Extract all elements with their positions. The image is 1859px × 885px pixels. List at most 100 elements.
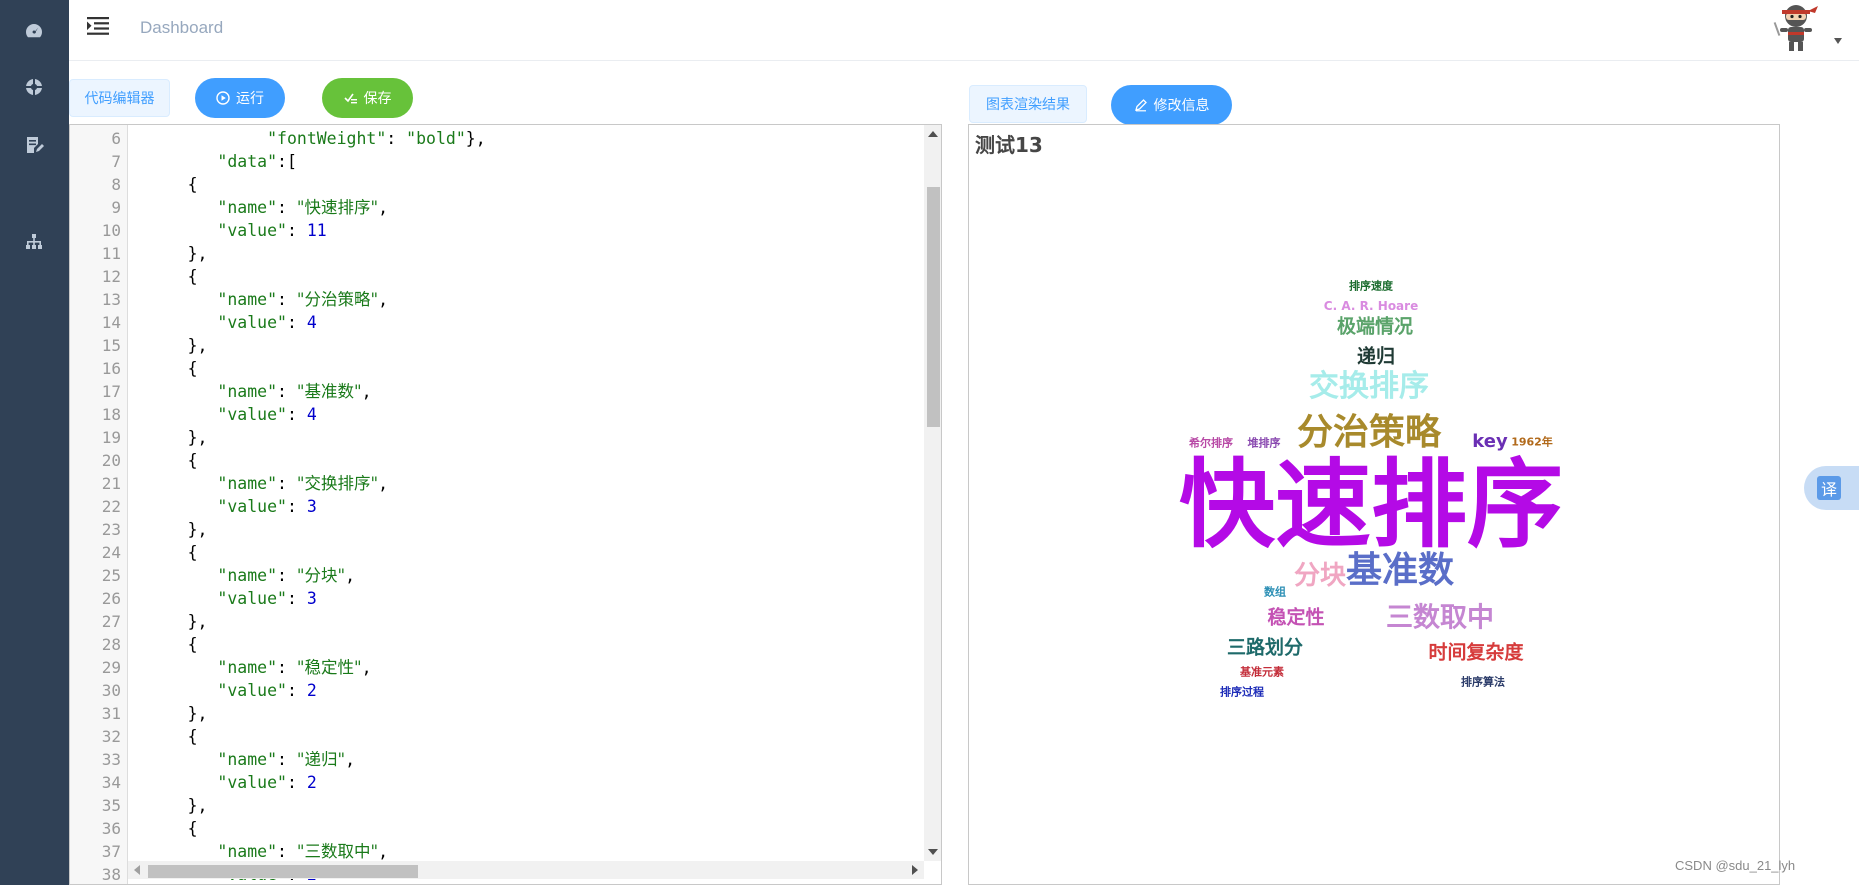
vertical-scroll-thumb[interactable] xyxy=(927,187,940,427)
word-cloud-term: 希尔排序 xyxy=(1189,436,1233,450)
chart-render-panel: 测试13 快速排序 分治策略 基准数 交换排序 分块 三数取中 稳定性 递归 极端情况 三路划分 时… xyxy=(968,124,1780,885)
scroll-right-arrow-icon[interactable] xyxy=(912,865,918,875)
user-avatar[interactable] xyxy=(1768,2,1824,56)
word-cloud-term: 递归 xyxy=(1356,345,1396,368)
line-number: 20 xyxy=(101,451,121,470)
code-editor[interactable]: 6 7 8 9 10 11 12 13 14 15 16 17 18 19 20 21 22 23 24 25 26 27… xyxy=(69,124,942,885)
code-line: { xyxy=(187,727,198,746)
line-number: 14 xyxy=(101,313,121,332)
sidebar xyxy=(0,0,69,885)
breadcrumb[interactable]: Dashboard xyxy=(140,18,223,38)
line-number: 28 xyxy=(101,635,121,654)
code-line: "name": "分块", xyxy=(217,566,356,585)
line-number: 22 xyxy=(101,497,121,516)
code-line: { xyxy=(187,359,198,378)
play-icon xyxy=(216,91,230,105)
word-cloud-term: 时间复杂度 xyxy=(1428,641,1524,664)
help-circle-icon[interactable] xyxy=(24,77,44,97)
code-line: }, xyxy=(187,612,208,631)
line-number: 36 xyxy=(101,819,121,838)
scroll-down-arrow-icon[interactable] xyxy=(928,849,938,855)
chart-result-tag: 图表渲染结果 xyxy=(969,85,1087,123)
document-edit-icon[interactable] xyxy=(24,135,44,155)
line-number: 30 xyxy=(101,681,121,700)
line-number: 9 xyxy=(111,198,121,217)
top-navbar: Dashboard xyxy=(69,0,1859,61)
line-number: 32 xyxy=(101,727,121,746)
word-cloud-term: 排序速度 xyxy=(1349,279,1393,293)
chevron-down-icon[interactable] xyxy=(1834,38,1842,44)
dashboard-icon[interactable] xyxy=(24,21,44,41)
code-line: "value": 2 xyxy=(217,681,317,700)
line-number: 29 xyxy=(101,658,121,677)
scroll-up-arrow-icon[interactable] xyxy=(928,131,938,137)
code-line: "name": "交换排序", xyxy=(217,474,389,493)
vertical-scrollbar[interactable] xyxy=(924,125,941,861)
line-number: 33 xyxy=(101,750,121,769)
line-number: 6 xyxy=(111,129,121,148)
line-number: 27 xyxy=(101,612,121,631)
line-number: 23 xyxy=(101,520,121,539)
word-cloud-term: 1962年 xyxy=(1511,435,1553,449)
line-number: 11 xyxy=(101,244,121,263)
line-number: 25 xyxy=(101,566,121,585)
word-cloud-term: 分块 xyxy=(1293,561,1347,591)
code-line: "name": "分治策略", xyxy=(217,290,389,309)
line-number: 7 xyxy=(111,152,121,171)
edit-pencil-icon xyxy=(1134,99,1147,112)
save-button[interactable]: 保存 xyxy=(322,78,413,118)
run-button[interactable]: 运行 xyxy=(195,78,285,118)
horizontal-scroll-thumb[interactable] xyxy=(148,865,418,878)
word-cloud-term: 极端情况 xyxy=(1336,315,1414,338)
line-number: 26 xyxy=(101,589,121,608)
word-cloud-term: 基准数 xyxy=(1345,550,1455,591)
line-number: 35 xyxy=(101,796,121,815)
word-cloud-term: 排序过程 xyxy=(1220,685,1264,699)
word-cloud-term: 三数取中 xyxy=(1386,602,1494,634)
word-cloud-term: 堆排序 xyxy=(1247,436,1281,450)
sidebar-toggle-icon[interactable] xyxy=(87,17,109,35)
code-line: "value": 3 xyxy=(217,497,317,516)
word-cloud-term: 交换排序 xyxy=(1309,369,1429,404)
code-line: }, xyxy=(187,796,208,815)
translate-button[interactable]: 译 xyxy=(1804,466,1859,510)
code-line: "value": 3 xyxy=(217,589,317,608)
code-line: }, xyxy=(187,520,208,539)
code-line: "value": 4 xyxy=(217,313,317,332)
code-line: "name": "基准数", xyxy=(217,382,372,401)
word-cloud-term: C. A. R. Hoare xyxy=(1323,299,1419,313)
word-cloud-term: 三路划分 xyxy=(1226,636,1304,659)
code-line: { xyxy=(187,819,198,838)
word-cloud-term: 排序算法 xyxy=(1461,675,1505,689)
edit-info-button-label: 修改信息 xyxy=(1153,97,1210,113)
scroll-left-arrow-icon[interactable] xyxy=(134,865,140,875)
sitemap-icon[interactable] xyxy=(24,232,44,252)
line-number: 18 xyxy=(101,405,121,424)
code-line: }, xyxy=(187,428,208,447)
line-number: 34 xyxy=(101,773,121,792)
translate-icon: 译 xyxy=(1817,476,1841,500)
run-button-label: 运行 xyxy=(236,90,264,106)
edit-info-button[interactable]: 修改信息 xyxy=(1111,85,1232,125)
word-cloud-term: 基准元素 xyxy=(1240,665,1284,679)
line-number: 31 xyxy=(101,704,121,723)
line-number: 13 xyxy=(101,290,121,309)
word-cloud-term: 快速排序 xyxy=(1179,449,1563,561)
code-line: { xyxy=(187,543,198,562)
line-number-gutter: 6 7 8 9 10 11 12 13 14 15 16 17 18 19 20 21 22 23 24 25 26 27… xyxy=(70,125,128,884)
code-line: { xyxy=(187,267,198,286)
horizontal-scrollbar[interactable] xyxy=(128,861,924,879)
code-line: "value": 4 xyxy=(217,405,317,424)
line-number: 12 xyxy=(101,267,121,286)
code-line: }, xyxy=(187,704,208,723)
code-line: "name": "稳定性", xyxy=(217,658,372,677)
line-number: 8 xyxy=(111,175,121,194)
line-number: 10 xyxy=(101,221,121,240)
line-number: 15 xyxy=(101,336,121,355)
code-line: { xyxy=(187,635,198,654)
save-check-icon xyxy=(343,93,357,104)
chart-title: 测试13 xyxy=(975,133,1043,157)
code-line: }, xyxy=(187,244,208,263)
code-line: { xyxy=(187,451,198,470)
line-number: 19 xyxy=(101,428,121,447)
